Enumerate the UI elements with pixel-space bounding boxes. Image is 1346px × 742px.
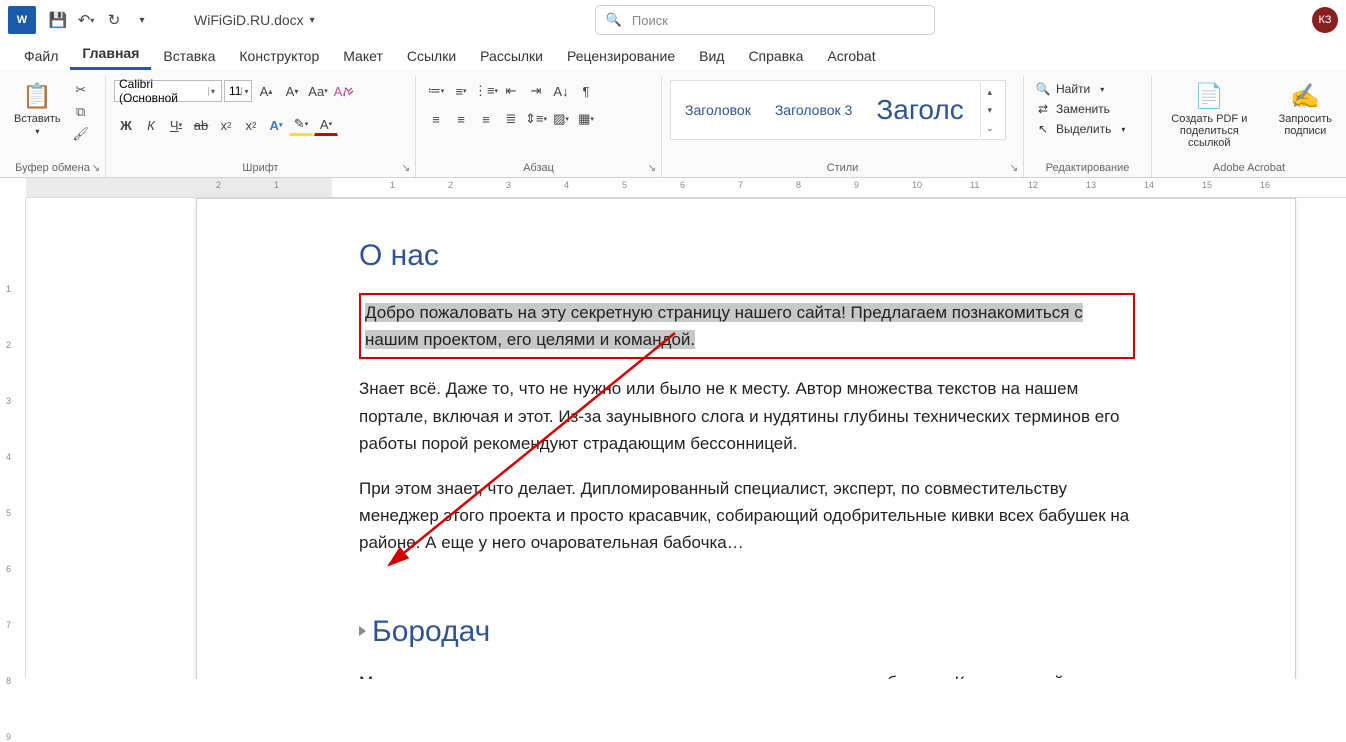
body-paragraph[interactable]: Мастер на все руки – и сеть настроить, и… <box>359 669 1135 680</box>
body-paragraph[interactable]: При этом знает, что делает. Дипломирован… <box>359 475 1135 557</box>
group-label-paragraph: Абзац <box>424 160 653 177</box>
undo-icon[interactable]: ↶▾ <box>74 8 98 32</box>
numbering-icon[interactable]: ≡▾ <box>449 80 473 102</box>
underline-button[interactable]: Ч▾ <box>164 114 188 136</box>
group-label-clipboard: Буфер обмена <box>8 160 97 177</box>
clear-format-icon[interactable]: Aࠀ <box>332 80 356 102</box>
save-icon[interactable]: 💾 <box>46 8 70 32</box>
create-pdf-button[interactable]: 📄 Создать PDF и поделиться ссылкой <box>1160 80 1259 151</box>
tab-acrobat[interactable]: Acrobat <box>815 42 887 70</box>
strike-button[interactable]: ab <box>189 114 213 136</box>
document-page[interactable]: О нас Добро пожаловать на эту секретную … <box>196 198 1296 679</box>
indent-left-icon[interactable]: ⇤ <box>499 80 523 102</box>
style-heading3[interactable]: Заголовок 3 <box>767 98 861 122</box>
tab-review[interactable]: Рецензирование <box>555 42 687 70</box>
font-size-combo[interactable]: 11▾ <box>224 80 252 102</box>
show-marks-icon[interactable]: ¶ <box>574 80 598 102</box>
tab-file[interactable]: Файл <box>12 42 70 70</box>
annotation-highlight-box: Добро пожаловать на эту секретную страни… <box>359 293 1135 359</box>
request-sign-button[interactable]: ✍ Запросить подписи <box>1273 80 1338 139</box>
redo-icon[interactable]: ↻ <box>102 8 126 32</box>
font-name-combo[interactable]: Calibri (Основной▾ <box>114 80 222 102</box>
styles-gallery[interactable]: Заголовок Заголовок 3 Заголс ▴ ▾ ⌄ <box>670 80 1006 140</box>
tab-design[interactable]: Конструктор <box>227 42 331 70</box>
style-heading1[interactable]: Заголовок <box>677 98 759 122</box>
sign-icon: ✍ <box>1290 82 1320 111</box>
find-icon: 🔍 <box>1036 82 1050 96</box>
qat-more-icon[interactable]: ▾ <box>130 8 154 32</box>
paragraph-launcher[interactable]: ↘ <box>645 161 659 175</box>
tab-layout[interactable]: Макет <box>331 42 395 70</box>
heading-about[interactable]: О нас <box>359 239 1135 273</box>
bullets-icon[interactable]: ≔▾ <box>424 80 448 102</box>
group-label-font: Шрифт <box>114 160 407 177</box>
group-label-editing: Редактирование <box>1032 160 1143 177</box>
collapse-triangle-icon[interactable] <box>359 626 366 636</box>
user-avatar[interactable]: КЗ <box>1312 7 1338 33</box>
copy-icon[interactable]: ⧉ <box>71 102 91 122</box>
superscript-button[interactable]: x2 <box>239 114 263 136</box>
tab-mailings[interactable]: Рассылки <box>468 42 555 70</box>
chevron-down-icon: ▾ <box>310 15 315 26</box>
clipboard-launcher[interactable]: ↘ <box>89 161 103 175</box>
group-label-acrobat: Adobe Acrobat <box>1160 160 1338 177</box>
document-title[interactable]: WiFiGiD.RU.docx▾ <box>194 12 315 28</box>
align-right-icon[interactable]: ≡ <box>474 108 498 130</box>
tab-view[interactable]: Вид <box>687 42 736 70</box>
replace-icon: ⇄ <box>1036 102 1050 116</box>
align-center-icon[interactable]: ≡ <box>449 108 473 130</box>
subscript-button[interactable]: x2 <box>214 114 238 136</box>
text-effects-icon[interactable]: A▾ <box>264 114 288 136</box>
format-painter-icon[interactable]: 🖌 <box>71 124 91 144</box>
tab-references[interactable]: Ссылки <box>395 42 468 70</box>
indent-right-icon[interactable]: ⇥ <box>524 80 548 102</box>
style-title-partial[interactable]: Заголс <box>868 90 971 130</box>
font-launcher[interactable]: ↘ <box>399 161 413 175</box>
shrink-font-icon[interactable]: A▾ <box>280 80 304 102</box>
styles-launcher[interactable]: ↘ <box>1007 161 1021 175</box>
group-label-styles: Стили <box>670 160 1015 177</box>
clipboard-icon: 📋 <box>22 82 52 111</box>
tab-insert[interactable]: Вставка <box>151 42 227 70</box>
heading-borodach[interactable]: Бородач <box>359 615 1135 649</box>
app-icon: W <box>8 6 36 34</box>
align-left-icon[interactable]: ≡ <box>424 108 448 130</box>
tab-home[interactable]: Главная <box>70 39 151 70</box>
highlight-icon[interactable]: ✎▾ <box>289 114 313 136</box>
horizontal-ruler[interactable]: 2112345678910111213141516 <box>26 178 1346 198</box>
change-case-icon[interactable]: Aa▾ <box>306 80 330 102</box>
select-button[interactable]: ↖Выделить▾ <box>1032 120 1129 138</box>
shading-icon[interactable]: ▨▾ <box>549 108 573 130</box>
find-button[interactable]: 🔍Найти▾ <box>1032 80 1129 98</box>
line-spacing-icon[interactable]: ⇕≡▾ <box>524 108 548 130</box>
paste-button[interactable]: 📋 Вставить ▾ <box>8 80 67 138</box>
cut-icon[interactable]: ✂ <box>71 80 91 100</box>
font-color-icon[interactable]: A▾ <box>314 114 338 136</box>
tab-help[interactable]: Справка <box>736 42 815 70</box>
sort-icon[interactable]: A↓ <box>549 80 573 102</box>
justify-icon[interactable]: ≣ <box>499 108 523 130</box>
italic-button[interactable]: К <box>139 114 163 136</box>
pdf-icon: 📄 <box>1194 82 1224 111</box>
grow-font-icon[interactable]: A▴ <box>254 80 278 102</box>
gallery-down-icon[interactable]: ▾ <box>981 101 999 119</box>
bold-button[interactable]: Ж <box>114 114 138 136</box>
select-icon: ↖ <box>1036 122 1050 136</box>
search-icon: 🔍 <box>606 12 622 28</box>
gallery-more-icon[interactable]: ⌄ <box>981 119 999 137</box>
selected-text[interactable]: Добро пожаловать на эту секретную страни… <box>365 303 1083 349</box>
replace-button[interactable]: ⇄Заменить <box>1032 100 1129 118</box>
body-paragraph[interactable]: Знает всё. Даже то, что не нужно или был… <box>359 375 1135 457</box>
search-input[interactable]: 🔍 Поиск <box>595 5 935 35</box>
gallery-up-icon[interactable]: ▴ <box>981 83 999 101</box>
vertical-ruler[interactable]: 123456789 <box>0 198 26 679</box>
multilevel-icon[interactable]: ⋮≡▾ <box>474 80 498 102</box>
borders-icon[interactable]: ▦▾ <box>574 108 598 130</box>
